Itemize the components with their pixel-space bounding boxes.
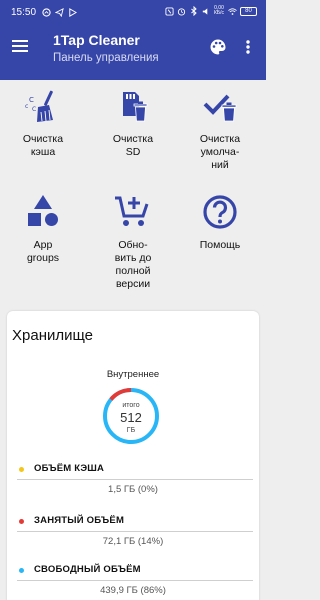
cache-name: ОБЪЁМ КЭША	[34, 463, 105, 474]
shapes-icon	[23, 192, 63, 232]
svg-text:C: C	[32, 106, 36, 113]
internal-storage-label: Внутреннее	[106, 369, 160, 380]
net-speed: 0,00 КБ/с	[213, 5, 225, 16]
mute-icon	[201, 6, 210, 16]
free-name: СВОБОДНЫЙ ОБЪЁМ	[34, 564, 141, 575]
svg-text:C: C	[29, 96, 34, 104]
status-left-icons	[42, 7, 77, 17]
nfc-icon	[165, 6, 174, 16]
help-button[interactable]: Помощь	[177, 192, 263, 252]
divider	[17, 580, 253, 581]
bluetooth-icon	[189, 6, 198, 16]
used-dot	[19, 519, 24, 524]
cache-value: 1,5 ГБ (0%)	[108, 484, 158, 495]
broom-cache-icon: C c C	[23, 86, 63, 126]
app-groups-button[interactable]: App groups	[0, 192, 86, 265]
legend-free: СВОБОДНЫЙ ОБЪЁМ 439,9 ГБ (86%)	[7, 561, 259, 600]
storage-card: Хранилище Внутреннее итого 512 ГБ ОБЪЁМ …	[7, 311, 259, 600]
status-time: 15:50	[11, 7, 37, 18]
alarm-icon	[177, 6, 186, 16]
legend-used: ЗАНЯТЫЙ ОБЪЁМ 72,1 ГБ (14%)	[7, 512, 259, 552]
clean-cache-label: Очистка кэша	[22, 133, 64, 158]
wifi-icon	[228, 6, 237, 16]
messenger-icon	[42, 7, 51, 17]
free-value: 439,9 ГБ (86%)	[100, 585, 166, 596]
app-title: 1Tap Cleaner	[53, 32, 140, 48]
used-value: 72,1 ГБ (14%)	[102, 536, 164, 547]
play-icon	[68, 7, 77, 17]
svg-text:c: c	[25, 103, 28, 110]
check-trash-icon	[200, 86, 240, 126]
clean-defaults-button[interactable]: Очистка умолча- ний	[177, 86, 263, 172]
upgrade-label: Обно- вить до полной версии	[114, 239, 152, 290]
status-bar: 15:50 0,00 КБ/с 80	[0, 0, 266, 24]
free-dot	[19, 568, 24, 573]
sd-card-clean-icon	[113, 86, 153, 126]
help-circle-icon	[200, 192, 240, 232]
upgrade-button[interactable]: Обно- вить до полной версии	[90, 192, 176, 291]
help-label: Помощь	[199, 239, 241, 251]
total-value: 512	[120, 410, 142, 425]
battery-indicator: 80	[240, 6, 257, 16]
divider	[17, 531, 253, 532]
legend-cache: ОБЪЁМ КЭША 1,5 ГБ (0%)	[7, 460, 259, 500]
clean-defaults-label: Очистка умолча- ний	[199, 133, 241, 171]
clean-sd-label: Очистка SD	[112, 133, 154, 158]
app-subtitle: Панель управления	[53, 52, 159, 64]
storage-title: Хранилище	[12, 327, 93, 344]
status-right-icons: 0,00 КБ/с 80	[165, 6, 257, 16]
menu-icon[interactable]	[12, 39, 28, 53]
clean-sd-button[interactable]: Очистка SD	[90, 86, 176, 159]
total-unit: ГБ	[127, 427, 136, 434]
cart-add-icon	[113, 192, 153, 232]
cache-dot	[19, 467, 24, 472]
used-name: ЗАНЯТЫЙ ОБЪЁМ	[34, 515, 125, 526]
donut-used-arc	[109, 388, 132, 401]
divider	[17, 479, 253, 480]
storage-donut: итого 512 ГБ	[103, 388, 159, 444]
palette-icon[interactable]	[209, 38, 227, 56]
app-bar: 15:50 0,00 КБ/с 80 1Tap Cleaner Панель у…	[0, 0, 266, 80]
donut-caption: итого	[122, 402, 139, 409]
app-groups-label: App groups	[26, 239, 60, 264]
more-options-icon[interactable]	[244, 39, 252, 55]
clean-cache-button[interactable]: C c C Очистка кэша	[0, 86, 86, 159]
telegram-icon	[55, 7, 64, 17]
